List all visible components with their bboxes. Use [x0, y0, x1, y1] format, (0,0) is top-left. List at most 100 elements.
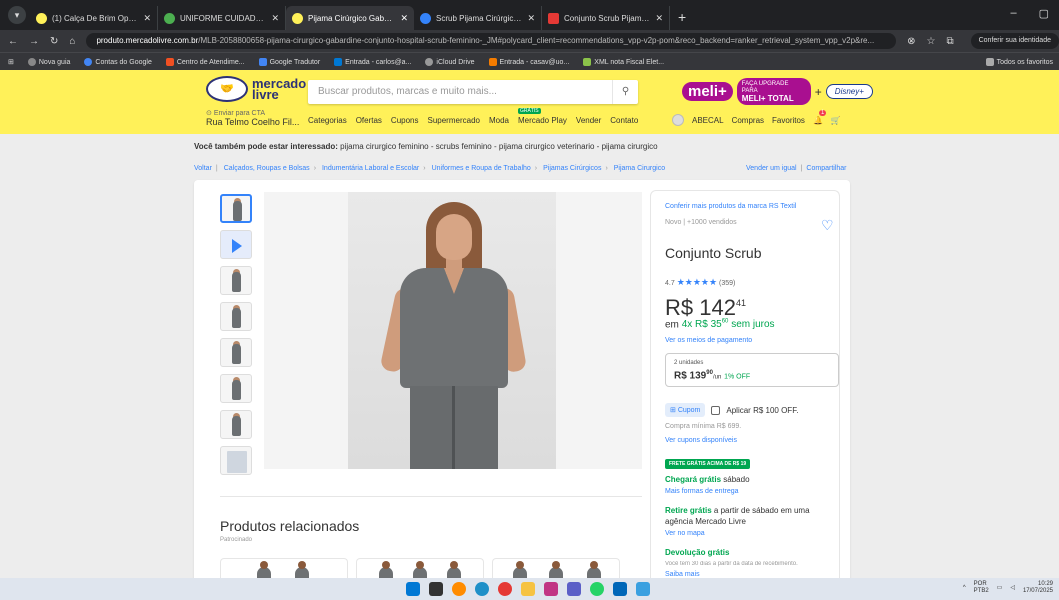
- clock[interactable]: 10:29 17/07/2025: [1023, 581, 1053, 595]
- browser-tab[interactable]: (1) Calça De Brim Operacional |✕: [30, 6, 158, 30]
- apps-grid-icon[interactable]: ⊞: [8, 58, 14, 66]
- browser-tab-active[interactable]: Pijama Cirúrgico Gabardine Co ✕: [286, 6, 414, 30]
- instagram-icon[interactable]: [544, 582, 558, 596]
- browser-tab[interactable]: Scrub Pijama Cirúrgico Feminin ✕: [414, 6, 542, 30]
- main-product-image[interactable]: [264, 192, 642, 469]
- close-tab-icon[interactable]: ✕: [400, 13, 408, 24]
- thumbnail[interactable]: [220, 410, 252, 439]
- brand-link[interactable]: Conferir mais produtos da marca RS Texti…: [665, 203, 796, 210]
- sell-same-link[interactable]: Vender um igual: [746, 165, 797, 172]
- thumbnail[interactable]: [220, 194, 252, 223]
- coupon-checkbox[interactable]: [711, 405, 721, 415]
- nav-mercado-play[interactable]: GRÁTIS Mercado Play: [518, 108, 567, 125]
- thumbnail[interactable]: [220, 266, 252, 295]
- related-terms[interactable]: pijama cirurgico feminino - scrubs femin…: [340, 142, 657, 151]
- forward-arrow-icon[interactable]: →: [29, 36, 39, 47]
- view-coupons-link[interactable]: Ver cupons disponíveis: [665, 437, 737, 444]
- extensions-icon[interactable]: ⧉: [946, 36, 953, 47]
- profile-button[interactable]: Conferir sua identidade: [970, 33, 1059, 49]
- nav-ofertas[interactable]: Ofertas: [356, 116, 382, 125]
- compras-link[interactable]: Compras: [732, 116, 764, 125]
- delivery-location[interactable]: ⊙ Enviar para CTA Rua Telmo Coelho Fil..…: [206, 110, 299, 127]
- close-tab-icon[interactable]: ✕: [655, 13, 663, 24]
- bookmark-item[interactable]: Nova guia: [27, 57, 70, 66]
- thumbnail[interactable]: [220, 374, 252, 403]
- volume-icon[interactable]: ◁: [1010, 585, 1015, 592]
- bookmark-item[interactable]: Google Tradutor: [258, 57, 320, 66]
- nav-cupons[interactable]: Cupons: [391, 116, 419, 125]
- installments-suffix: sem juros: [731, 319, 775, 331]
- browser-tab[interactable]: UNIFORME CUIDADOR CONJU✕: [158, 6, 286, 30]
- breadcrumb-item[interactable]: Pijama Cirurgico: [614, 165, 665, 172]
- thumbnail[interactable]: [220, 338, 252, 367]
- home-icon[interactable]: ⌂: [69, 36, 75, 47]
- close-tab-icon[interactable]: ✕: [271, 13, 279, 24]
- nav-categorias[interactable]: Categorias: [308, 116, 347, 125]
- bookmark-item[interactable]: iCloud Drive: [425, 57, 475, 66]
- breadcrumb-item[interactable]: Uniformes e Roupa de Trabalho: [432, 165, 531, 172]
- translate-icon[interactable]: ⊗: [907, 36, 915, 47]
- minimize-icon[interactable]: –: [1010, 7, 1016, 20]
- learn-more-link[interactable]: Saiba mais: [665, 571, 700, 578]
- nav-moda[interactable]: Moda: [489, 116, 509, 125]
- search-icon[interactable]: ⚲: [612, 80, 638, 104]
- price-main: R$ 142: [665, 295, 736, 320]
- search-input[interactable]: Buscar produtos, marcas e muito mais... …: [308, 80, 638, 104]
- store-icon[interactable]: [613, 582, 627, 596]
- coupon-text[interactable]: Aplicar R$ 100 OFF.: [726, 406, 798, 415]
- chevron-up-icon[interactable]: ^: [963, 585, 966, 592]
- video-thumbnail[interactable]: [220, 230, 252, 259]
- new-tab-plus-icon[interactable]: +: [678, 9, 686, 25]
- browser-tab[interactable]: Conjunto Scrub Pijama Cirúrgi ✕: [542, 6, 670, 30]
- whatsapp-icon[interactable]: [590, 582, 604, 596]
- close-tab-icon[interactable]: ✕: [527, 13, 535, 24]
- view-map-link[interactable]: Ver no mapa: [665, 530, 705, 537]
- teams-icon[interactable]: [567, 582, 581, 596]
- bookmark-item[interactable]: Entrada - carlos@a...: [334, 57, 411, 66]
- bookmark-item[interactable]: Entrada - casav@uo...: [488, 57, 569, 66]
- language-indicator[interactable]: POR PTB2: [974, 581, 989, 595]
- breadcrumb-item[interactable]: Calçados, Roupas e Bolsas: [224, 165, 310, 172]
- mercadolivre-logo[interactable]: 🤝 mercado livre: [206, 76, 306, 102]
- quantity-offer-box[interactable]: 2 unidades R$ 13990/un 1% OFF: [665, 353, 839, 387]
- breadcrumb-item[interactable]: Indumentária Laboral e Escolar: [322, 165, 419, 172]
- notifications-bell-icon[interactable]: 🔔 1: [813, 109, 827, 125]
- breadcrumb-item[interactable]: Pijamas Cirúrgicos: [543, 165, 601, 172]
- reload-icon[interactable]: ↻: [50, 36, 58, 47]
- product-photo: [348, 192, 556, 469]
- widgets-icon[interactable]: [452, 582, 466, 596]
- network-icon[interactable]: ▭: [997, 585, 1003, 592]
- meli-plus-banner[interactable]: meli+ FAÇA UPGRADE PARA MELI+ TOTAL + Dis…: [682, 78, 873, 105]
- bookmark-item[interactable]: Contas do Google: [84, 57, 152, 66]
- rating[interactable]: 4.7 ★★★★★ (359): [665, 277, 735, 288]
- favoritos-link[interactable]: Favoritos: [772, 116, 805, 125]
- bookmark-item[interactable]: XML nota Fiscal Elet...: [583, 57, 664, 66]
- cart-icon[interactable]: 🛒: [831, 116, 841, 125]
- user-name[interactable]: ABECAL: [692, 116, 724, 125]
- chrome-icon[interactable]: [498, 582, 512, 596]
- size-chart-thumbnail[interactable]: [220, 446, 252, 475]
- task-view-icon[interactable]: [429, 582, 443, 596]
- bookmark-star-icon[interactable]: ☆: [927, 36, 936, 47]
- edge-icon[interactable]: [475, 582, 489, 596]
- maximize-icon[interactable]: ▢: [1039, 7, 1049, 20]
- payment-methods-link[interactable]: Ver os meios de pagamento: [665, 337, 752, 344]
- nav-vender[interactable]: Vender: [576, 116, 601, 125]
- file-explorer-icon[interactable]: [521, 582, 535, 596]
- close-tab-icon[interactable]: ✕: [143, 13, 151, 24]
- all-bookmarks-folder[interactable]: Todos os favoritos: [985, 57, 1053, 66]
- breadcrumb-back[interactable]: Voltar: [194, 165, 212, 172]
- windows-start-icon[interactable]: [406, 582, 420, 596]
- nav-contato[interactable]: Contato: [610, 116, 638, 125]
- avatar[interactable]: [672, 114, 684, 126]
- app-icon[interactable]: [636, 582, 650, 596]
- thumbnail[interactable]: [220, 302, 252, 331]
- tab-search-icon[interactable]: ▾: [8, 6, 26, 24]
- back-arrow-icon[interactable]: ←: [8, 36, 18, 47]
- url-field[interactable]: produto.mercadolivre.com.br/MLB-20588006…: [86, 33, 897, 49]
- favorite-heart-icon[interactable]: ♡: [821, 217, 834, 234]
- bookmark-item[interactable]: Centro de Atendime...: [165, 57, 245, 66]
- nav-supermercado[interactable]: Supermercado: [428, 116, 480, 125]
- delivery-options-link[interactable]: Mais formas de entrega: [665, 488, 739, 495]
- share-link[interactable]: Compartilhar: [806, 165, 846, 172]
